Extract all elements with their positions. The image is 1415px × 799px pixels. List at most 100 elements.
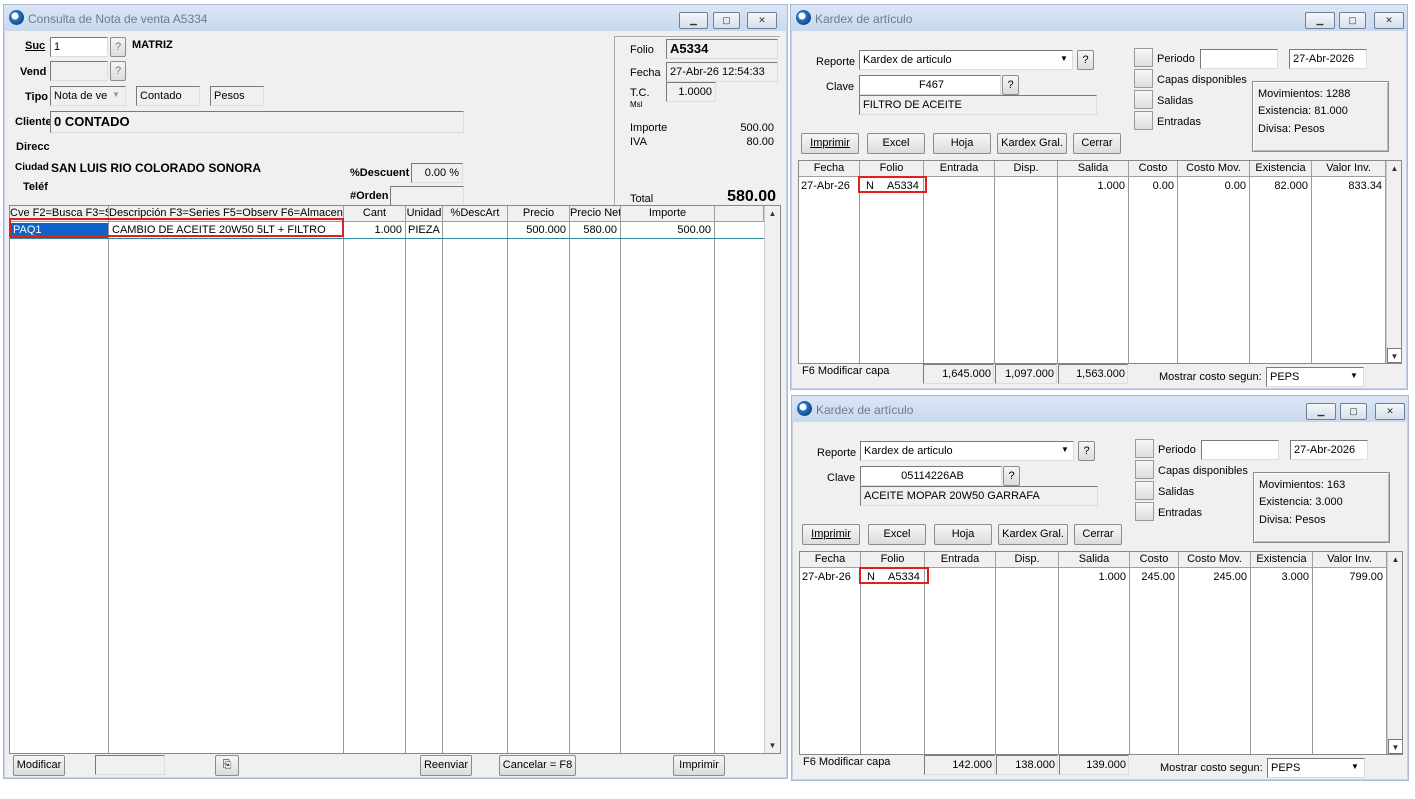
periodo-from[interactable] [1200,49,1278,69]
col-costo-mov[interactable]: Costo Mov. [1178,161,1250,177]
row-fecha: 27-Abr-26 [802,571,851,583]
periodo-date[interactable]: 27-Abr-2026 [1289,49,1367,69]
close-button[interactable]: ✕ [1375,403,1405,420]
chevron-down-icon[interactable]: ▼ [1347,760,1363,776]
col-folio[interactable]: Folio [860,161,924,177]
copy-button[interactable]: ⎘ [215,755,239,776]
imprimir-button[interactable]: Imprimir [673,755,725,776]
chevron-down-icon[interactable]: ▼ [1346,369,1362,385]
scroll-down-icon[interactable]: ▼ [765,738,780,753]
col-entrada[interactable]: Entrada [925,552,996,568]
cerrar-button[interactable]: Cerrar [1073,133,1121,154]
col-folio[interactable]: Folio [861,552,925,568]
vertical-scrollbar[interactable]: ▲ ▼ [764,206,780,753]
vend-field[interactable] [50,61,108,81]
chevron-down-icon[interactable]: ▼ [1056,52,1072,68]
close-button[interactable]: ✕ [1374,12,1404,29]
vend-help-button[interactable]: ? [110,61,126,81]
periodo-date[interactable]: 27-Abr-2026 [1290,440,1368,460]
col-precio[interactable]: Precio [508,206,570,222]
descuent-field[interactable]: 0.00 % [411,163,463,183]
entradas-checkbox[interactable] [1134,111,1153,130]
entradas-checkbox[interactable] [1135,502,1154,521]
vertical-scrollbar[interactable]: ▲ ▼ [1386,161,1401,363]
periodo-from[interactable] [1201,440,1279,460]
excel-button[interactable]: Excel [867,133,925,154]
periodo-label: Periodo [1157,53,1195,65]
cliente-field[interactable]: 0 CONTADO [50,111,464,133]
maximize-button[interactable]: ▢ [713,12,740,29]
hoja-button[interactable]: Hoja [934,524,992,545]
kardex-gral-button[interactable]: Kardex Gral. [998,524,1068,545]
col-disp[interactable]: Disp. [995,161,1058,177]
cerrar-button[interactable]: Cerrar [1074,524,1122,545]
col-cant[interactable]: Cant [344,206,406,222]
maximize-button[interactable]: ▢ [1340,403,1367,420]
detalle-grid[interactable]: Cve F2=Busca F3=S Descripción F3=Series … [9,205,781,754]
col-extra [715,206,764,222]
chevron-down-icon[interactable]: ▼ [108,88,124,104]
reenviar-button[interactable]: Reenviar [420,755,472,776]
entradas-label: Entradas [1157,116,1202,128]
col-unidad[interactable]: Unidad [406,206,443,222]
salidas-checkbox[interactable] [1134,90,1153,109]
col-valor[interactable]: Valor Inv. [1313,552,1387,568]
clave-help-button[interactable]: ? [1003,466,1020,486]
divisa-text: Divisa: Pesos [1258,123,1325,135]
col-salida[interactable]: Salida [1059,552,1130,568]
col-fecha[interactable]: Fecha [799,161,860,177]
reporte-help-button[interactable]: ? [1077,50,1094,70]
scroll-up-icon[interactable]: ▲ [1387,161,1401,176]
scroll-up-icon[interactable]: ▲ [1388,552,1402,567]
total-disp: 138.000 [996,755,1058,775]
col-existencia[interactable]: Existencia [1250,161,1312,177]
vertical-scrollbar[interactable]: ▲ ▼ [1387,552,1402,754]
reporte-help-button[interactable]: ? [1078,441,1095,461]
minimize-button[interactable]: ▁ [1306,403,1336,420]
maximize-button[interactable]: ▢ [1339,12,1366,29]
entradas-label: Entradas [1158,507,1203,519]
modificar-button[interactable]: Modificar [13,755,65,776]
imprimir-button[interactable]: Imprimir [801,133,859,154]
periodo-checkbox[interactable] [1135,439,1154,458]
chevron-down-icon[interactable]: ▼ [1057,443,1073,459]
reporte-select[interactable]: Kardex de articulo [859,50,1073,70]
col-costo[interactable]: Costo [1130,552,1179,568]
col-fecha[interactable]: Fecha [800,552,861,568]
imprimir-button[interactable]: Imprimir [802,524,860,545]
orden-field[interactable] [390,186,464,206]
excel-button[interactable]: Excel [868,524,926,545]
col-costo-mov[interactable]: Costo Mov. [1179,552,1251,568]
col-importe[interactable]: Importe [621,206,715,222]
clave-field[interactable]: F467 [859,75,1001,95]
minimize-button[interactable]: ▁ [679,12,708,29]
row-precio-net: 580.00 [583,224,617,236]
hoja-button[interactable]: Hoja [933,133,991,154]
telef-label: Teléf [23,181,48,193]
kardex-gral-button[interactable]: Kardex Gral. [997,133,1067,154]
salidas-checkbox[interactable] [1135,481,1154,500]
close-button[interactable]: ✕ [747,12,777,29]
col-descart[interactable]: %DescArt [443,206,508,222]
cancelar-button[interactable]: Cancelar = F8 [499,755,576,776]
minimize-button[interactable]: ▁ [1305,12,1335,29]
periodo-checkbox[interactable] [1134,48,1153,67]
col-salida[interactable]: Salida [1058,161,1129,177]
suc-help-button[interactable]: ? [110,37,126,57]
col-disp[interactable]: Disp. [996,552,1059,568]
col-existencia[interactable]: Existencia [1251,552,1313,568]
col-valor[interactable]: Valor Inv. [1312,161,1386,177]
clave-help-button[interactable]: ? [1002,75,1019,95]
summary-box: Movimientos: 1288 Existencia: 81.000 Div… [1252,81,1389,152]
col-precio-net[interactable]: Precio Net [570,206,621,222]
capas-checkbox[interactable] [1135,460,1154,479]
reporte-select[interactable]: Kardex de articulo [860,441,1074,461]
col-entrada[interactable]: Entrada [924,161,995,177]
scroll-up-icon[interactable]: ▲ [765,206,780,221]
clave-field[interactable]: 05114226AB [860,466,1002,486]
scroll-down-icon[interactable]: ▼ [1388,739,1402,754]
col-costo[interactable]: Costo [1129,161,1178,177]
suc-field[interactable]: 1 [50,37,108,57]
scroll-down-icon[interactable]: ▼ [1387,348,1401,363]
capas-checkbox[interactable] [1134,69,1153,88]
